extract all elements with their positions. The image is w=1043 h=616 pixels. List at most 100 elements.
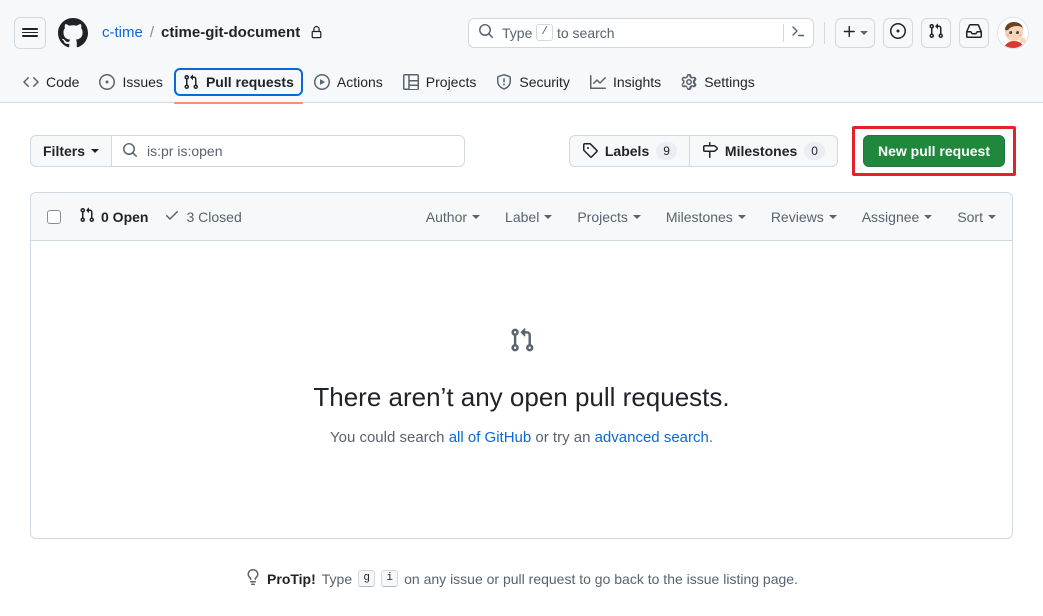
state-tab-open[interactable]: 0 Open bbox=[79, 207, 148, 226]
new-pull-request-highlight: New pull request bbox=[851, 126, 1016, 176]
pull-request-list-header: 0 Open 3 Closed Author Label Projects Mi… bbox=[31, 193, 1012, 241]
chevron-down-icon bbox=[632, 214, 641, 219]
command-palette-icon[interactable] bbox=[790, 23, 806, 42]
chevron-down-icon bbox=[988, 214, 996, 219]
nav-item-label: Security bbox=[519, 74, 570, 90]
git-pull-request-icon bbox=[79, 207, 95, 226]
plus-icon bbox=[842, 24, 857, 42]
state-tab-closed[interactable]: 3 Closed bbox=[164, 207, 242, 226]
filter-milestones[interactable]: Milestones bbox=[666, 209, 746, 225]
issues-search-value: is:pr is:open bbox=[147, 143, 223, 159]
all-of-github-link[interactable]: all of GitHub bbox=[449, 429, 532, 446]
advanced-search-link[interactable]: advanced search bbox=[595, 429, 709, 446]
nav-item-actions[interactable]: Actions bbox=[305, 68, 392, 96]
check-icon bbox=[164, 207, 180, 226]
tag-icon bbox=[582, 142, 598, 161]
filter-label: Author bbox=[425, 208, 468, 225]
empty-state-title: There aren’t any open pull requests. bbox=[313, 382, 730, 412]
filter-label: Sort bbox=[957, 208, 983, 225]
filter-assignee[interactable]: Assignee bbox=[862, 209, 933, 225]
empty-state: There aren’t any open pull requests. You… bbox=[31, 241, 1012, 538]
light-bulb-icon bbox=[245, 569, 261, 588]
graph-icon bbox=[589, 74, 606, 90]
chevron-down-icon bbox=[924, 214, 933, 219]
nav-item-label: Code bbox=[46, 74, 80, 90]
new-pull-request-button[interactable]: New pull request bbox=[862, 135, 1005, 167]
header-separator bbox=[824, 21, 825, 44]
global-nav-menu-button[interactable] bbox=[14, 16, 46, 49]
issue-opened-icon bbox=[890, 23, 906, 42]
chevron-down-icon bbox=[472, 214, 481, 219]
hamburger-icon bbox=[22, 26, 38, 39]
filter-author[interactable]: Author bbox=[425, 208, 481, 225]
nav-item-pull-requests[interactable]: Pull requests bbox=[173, 68, 303, 104]
main-content: Filters is:pr is:open Labels 9 Milestone… bbox=[0, 103, 1043, 588]
nav-item-code[interactable]: Code bbox=[14, 68, 88, 96]
avatar[interactable] bbox=[997, 16, 1029, 49]
lock-icon bbox=[310, 26, 323, 39]
notifications-inbox-button[interactable] bbox=[959, 17, 989, 48]
nav-item-insights[interactable]: Insights bbox=[581, 68, 670, 96]
issue-opened-icon bbox=[99, 74, 116, 90]
breadcrumb-repo[interactable]: ctime-git-document bbox=[161, 24, 300, 41]
nav-item-label: Projects bbox=[425, 74, 477, 90]
global-search-input[interactable]: Type / to search bbox=[468, 17, 814, 48]
header-top-bar: c-time / ctime-git-document Type / to se… bbox=[0, 0, 1043, 65]
nav-item-label: Issues bbox=[122, 74, 163, 90]
filter-label: Assignee bbox=[861, 208, 920, 225]
filter-label[interactable]: Label bbox=[505, 208, 553, 225]
nav-item-issues[interactable]: Issues bbox=[90, 68, 171, 96]
header-right-actions: Type / to search bbox=[468, 16, 1029, 49]
state-tabs: 0 Open 3 Closed bbox=[79, 207, 242, 226]
nav-item-projects[interactable]: Projects bbox=[394, 68, 486, 96]
pull-requests-link-button[interactable] bbox=[921, 17, 951, 48]
filters-label: Filters bbox=[43, 143, 86, 159]
protip-text-after: on any issue or pull request to go back … bbox=[404, 570, 798, 587]
nav-item-security[interactable]: Security bbox=[487, 68, 579, 96]
nav-item-label: Actions bbox=[336, 74, 383, 90]
list-filter-dropdowns: Author Label Projects Milestones Reviews bbox=[426, 209, 996, 225]
filter-projects[interactable]: Projects bbox=[577, 209, 641, 225]
filter-label: Label bbox=[505, 208, 540, 225]
search-placeholder-after: to search bbox=[556, 24, 615, 41]
inbox-icon bbox=[966, 23, 982, 42]
filter-reviews[interactable]: Reviews bbox=[771, 209, 837, 225]
empty-text-middle: or try an bbox=[531, 429, 595, 446]
milestones-button[interactable]: Milestones 0 bbox=[688, 135, 838, 167]
git-pull-request-icon bbox=[928, 23, 944, 42]
labels-count: 9 bbox=[656, 142, 677, 160]
search-placeholder-before: Type bbox=[502, 24, 533, 41]
issues-search-input[interactable]: is:pr is:open bbox=[111, 135, 466, 167]
git-pull-request-icon bbox=[183, 74, 199, 90]
select-all-checkbox[interactable] bbox=[47, 209, 61, 224]
search-icon bbox=[478, 23, 494, 42]
breadcrumb-owner[interactable]: c-time bbox=[102, 24, 143, 41]
filters-toolbar: Filters is:pr is:open Labels 9 Milestone… bbox=[30, 103, 1016, 176]
chevron-down-icon bbox=[860, 30, 868, 35]
shield-icon bbox=[496, 74, 512, 90]
gear-icon bbox=[681, 74, 697, 90]
filter-label: Milestones bbox=[665, 208, 733, 225]
play-icon bbox=[313, 74, 330, 90]
protip-footer: ProTip! Type g i on any issue or pull re… bbox=[30, 569, 1013, 588]
labels-milestones-group: Labels 9 Milestones 0 bbox=[568, 135, 838, 167]
labels-button[interactable]: Labels 9 bbox=[568, 135, 689, 167]
labels-label: Labels bbox=[604, 143, 650, 159]
filter-label: Reviews bbox=[770, 208, 824, 225]
breadcrumb-separator: / bbox=[149, 24, 155, 41]
toolbar-right-actions: Labels 9 Milestones 0 New pull request bbox=[568, 126, 1016, 176]
chevron-down-icon bbox=[737, 214, 746, 219]
issues-link-button[interactable] bbox=[883, 17, 913, 48]
github-logo[interactable] bbox=[58, 17, 88, 48]
chevron-down-icon bbox=[544, 214, 553, 219]
nav-item-settings[interactable]: Settings bbox=[672, 68, 764, 96]
filters-dropdown-button[interactable]: Filters bbox=[30, 135, 112, 167]
protip-key-i: i bbox=[381, 570, 399, 587]
code-icon bbox=[23, 74, 39, 90]
chevron-down-icon bbox=[91, 149, 100, 153]
empty-text-after: . bbox=[708, 429, 714, 446]
state-tab-label: 0 Open bbox=[101, 208, 149, 225]
create-new-menu-button[interactable] bbox=[835, 17, 875, 48]
git-pull-request-icon bbox=[51, 327, 992, 356]
filter-sort[interactable]: Sort bbox=[957, 209, 996, 225]
